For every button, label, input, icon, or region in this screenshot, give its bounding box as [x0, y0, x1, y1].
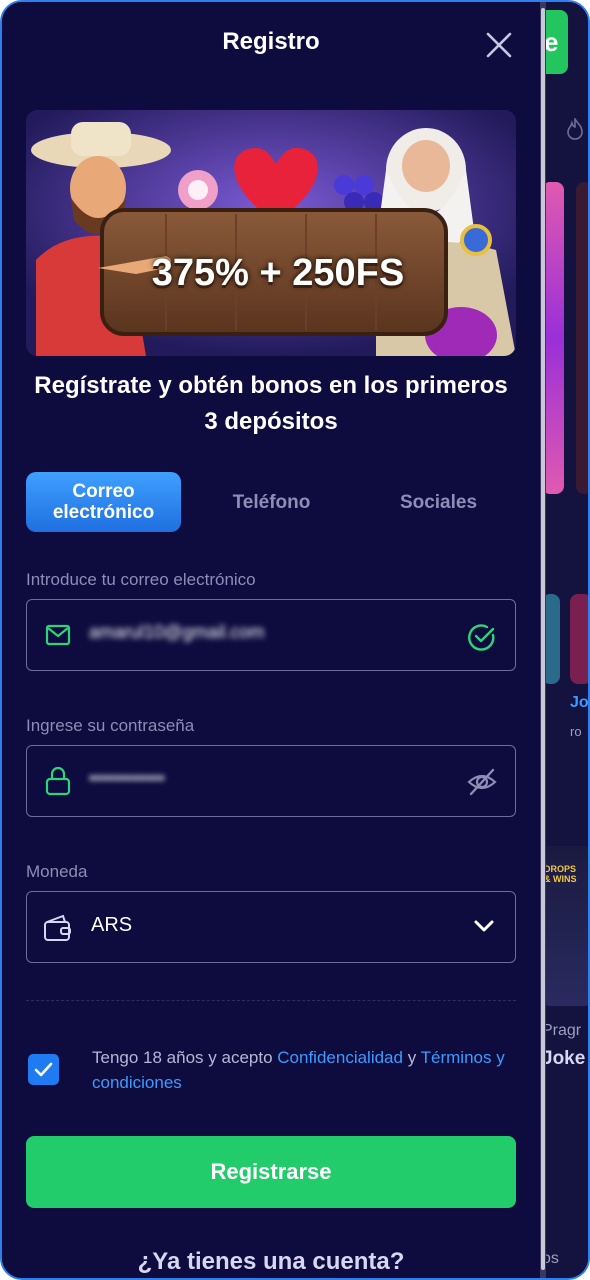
- register-button[interactable]: Registrarse: [26, 1136, 516, 1208]
- email-value: amarul10@gmail.com: [89, 622, 265, 642]
- chevron-down-icon: [474, 920, 494, 932]
- privacy-link[interactable]: Confidencialidad: [277, 1048, 403, 1067]
- email-label: Introduce tu correo electrónico: [26, 570, 256, 589]
- fire-icon: [567, 118, 583, 140]
- currency-label: Moneda: [26, 862, 88, 881]
- checkmark-icon: [34, 1062, 53, 1077]
- promo-banner-art: [26, 110, 516, 356]
- have-account-link[interactable]: ¿Ya tienes una cuenta?: [2, 1248, 540, 1276]
- background-game-name: Joke: [542, 1048, 586, 1069]
- modal-title: Registro: [222, 28, 320, 55]
- envelope-icon: [45, 624, 71, 646]
- background-game-title: Jo: [570, 694, 589, 711]
- registration-modal: Registro 375% + 250FS Regístrate y obtén…: [2, 2, 540, 1278]
- registration-tabs: Correo electrónico Teléfono Sociales: [26, 472, 516, 532]
- promo-banner: 375% + 250FS: [26, 110, 516, 356]
- currency-select[interactable]: ARS: [26, 891, 516, 963]
- background-app: e Jo ro DROPS & WINS Pragr Joke os: [542, 2, 589, 1278]
- consent-text: Tengo 18 años y acepto Confidencialidad …: [92, 1045, 512, 1095]
- promo-headline: Regístrate y obtén bonos en los primeros…: [34, 372, 508, 435]
- scrollbar-thumb[interactable]: [541, 8, 545, 1270]
- background-game-card[interactable]: [570, 594, 588, 684]
- consent-conjunction: y: [407, 1048, 417, 1067]
- password-label: Ingrese su contraseña: [26, 716, 195, 735]
- age-consent-checkbox[interactable]: [28, 1054, 59, 1085]
- tab-email[interactable]: Correo electrónico: [26, 472, 181, 532]
- check-circle-icon: [468, 624, 495, 651]
- background-game-subtitle: ro: [570, 724, 582, 739]
- close-icon[interactable]: [484, 30, 514, 60]
- consent-prefix: Tengo 18 años y acepto: [92, 1048, 273, 1067]
- email-field[interactable]: amarul10@gmail.com: [26, 599, 516, 671]
- background-provider: Pragr: [542, 1022, 582, 1039]
- currency-value: ARS: [91, 914, 133, 936]
- lock-icon: [45, 766, 71, 796]
- wallet-icon: [44, 914, 71, 941]
- promo-banner-text: 375% + 250FS: [151, 252, 405, 294]
- eye-off-icon[interactable]: [467, 768, 497, 796]
- password-field[interactable]: ••••••••••••: [26, 745, 516, 817]
- background-game-card[interactable]: [576, 182, 588, 494]
- background-badge: DROPS & WINS: [544, 864, 577, 884]
- app-frame: e Jo ro DROPS & WINS Pragr Joke os Regis…: [0, 0, 590, 1280]
- section-divider: [26, 1000, 516, 1001]
- password-value: ••••••••••••: [89, 768, 165, 788]
- tab-social[interactable]: Sociales: [361, 472, 516, 532]
- tab-phone[interactable]: Teléfono: [194, 472, 349, 532]
